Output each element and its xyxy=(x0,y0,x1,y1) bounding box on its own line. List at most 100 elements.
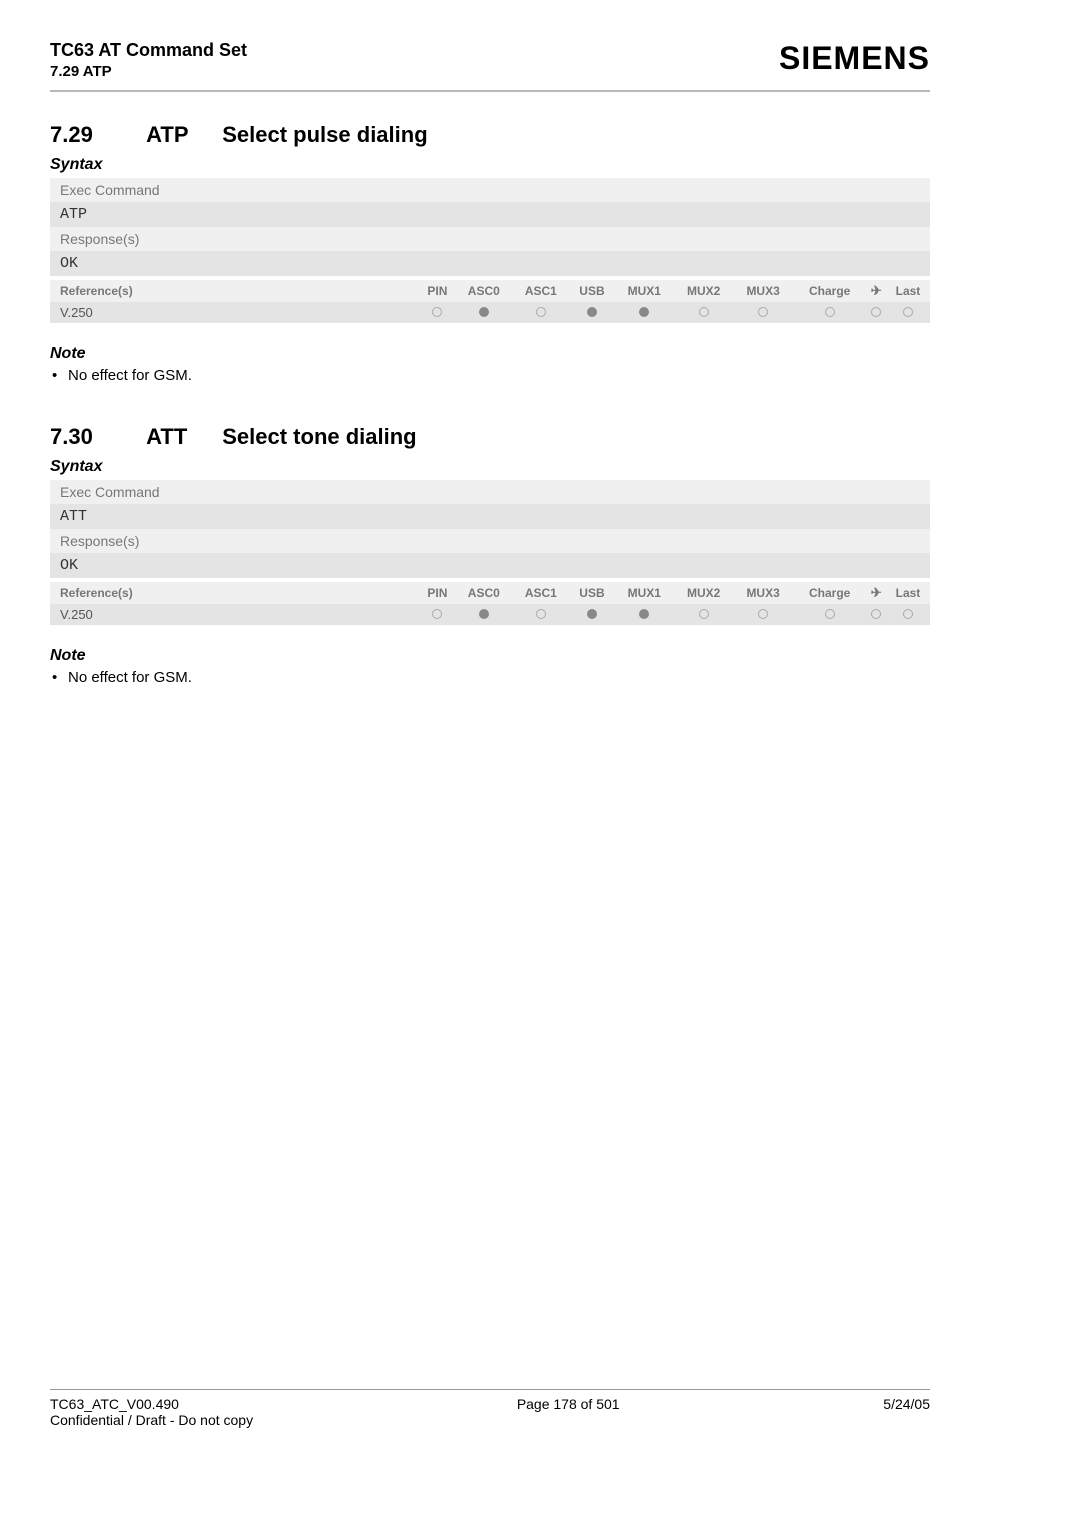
col-last: Last xyxy=(886,280,930,302)
section-number: 7.29 xyxy=(50,122,140,148)
dot-asc1 xyxy=(512,604,569,625)
dot-charge xyxy=(793,302,867,323)
section-command: ATP xyxy=(146,122,216,148)
response-value: OK xyxy=(50,251,930,276)
dot-mux1 xyxy=(615,302,674,323)
dot-last xyxy=(886,604,930,625)
footer-version: TC63_ATC_V00.490 xyxy=(50,1396,253,1412)
header-left: TC63 AT Command Set 7.29 ATP xyxy=(50,40,247,80)
col-last: Last xyxy=(886,582,930,604)
col-mux2: MUX2 xyxy=(674,280,733,302)
footer-left: TC63_ATC_V00.490 Confidential / Draft - … xyxy=(50,1396,253,1428)
dot-charge xyxy=(793,604,867,625)
open-circle-icon xyxy=(758,307,768,317)
syntax-label: Syntax xyxy=(50,156,930,174)
section-7-30: 7.30 ATT Select tone dialing Syntax Exec… xyxy=(50,424,930,686)
page-header: TC63 AT Command Set 7.29 ATP SIEMENS xyxy=(50,40,930,92)
col-airplane: ✈ xyxy=(867,582,886,604)
section-title: Select pulse dialing xyxy=(222,122,427,147)
doc-section: 7.29 ATP xyxy=(50,63,247,80)
response-label: Response(s) xyxy=(50,227,930,251)
dot-mux2 xyxy=(674,302,733,323)
dot-usb xyxy=(569,604,614,625)
dot-plane xyxy=(867,302,886,323)
footer-confidential: Confidential / Draft - Do not copy xyxy=(50,1412,253,1428)
section-title: Select tone dialing xyxy=(222,424,416,449)
filled-circle-icon xyxy=(639,307,649,317)
table-row: V.250 xyxy=(50,604,930,625)
dot-mux3 xyxy=(733,302,792,323)
section-number: 7.30 xyxy=(50,424,140,450)
footer-date: 5/24/05 xyxy=(883,1396,930,1428)
dot-last xyxy=(886,302,930,323)
open-circle-icon xyxy=(825,307,835,317)
open-circle-icon xyxy=(536,609,546,619)
col-mux3: MUX3 xyxy=(733,582,792,604)
footer-page: Page 178 of 501 xyxy=(253,1396,883,1428)
note-text: No effect for GSM. xyxy=(50,669,930,686)
open-circle-icon xyxy=(871,307,881,317)
dot-plane xyxy=(867,604,886,625)
col-pin: PIN xyxy=(420,582,456,604)
response-label: Response(s) xyxy=(50,529,930,553)
filled-circle-icon xyxy=(587,307,597,317)
open-circle-icon xyxy=(699,609,709,619)
col-usb: USB xyxy=(569,582,614,604)
open-circle-icon xyxy=(903,609,913,619)
dot-asc0 xyxy=(455,604,512,625)
table-row: V.250 xyxy=(50,302,930,323)
filled-circle-icon xyxy=(479,307,489,317)
col-asc1: ASC1 xyxy=(512,280,569,302)
syntax-label: Syntax xyxy=(50,458,930,476)
dot-asc0 xyxy=(455,302,512,323)
note-text: No effect for GSM. xyxy=(50,367,930,384)
filled-circle-icon xyxy=(479,609,489,619)
col-asc1: ASC1 xyxy=(512,582,569,604)
note-label: Note xyxy=(50,647,930,665)
exec-command-value: ATT xyxy=(50,504,930,529)
col-mux1: MUX1 xyxy=(615,582,674,604)
col-charge: Charge xyxy=(793,582,867,604)
section-heading: 7.30 ATT Select tone dialing xyxy=(50,424,930,450)
dot-asc1 xyxy=(512,302,569,323)
dot-pin xyxy=(420,604,456,625)
reference-value: V.250 xyxy=(50,604,420,625)
table-row: Reference(s) PIN ASC0 ASC1 USB MUX1 MUX2… xyxy=(50,280,930,302)
col-pin: PIN xyxy=(420,280,456,302)
response-value: OK xyxy=(50,553,930,578)
col-charge: Charge xyxy=(793,280,867,302)
open-circle-icon xyxy=(758,609,768,619)
doc-title: TC63 AT Command Set xyxy=(50,40,247,61)
filled-circle-icon xyxy=(587,609,597,619)
col-usb: USB xyxy=(569,280,614,302)
reference-table: Reference(s) PIN ASC0 ASC1 USB MUX1 MUX2… xyxy=(50,280,930,323)
col-mux1: MUX1 xyxy=(615,280,674,302)
exec-command-value: ATP xyxy=(50,202,930,227)
exec-command-label: Exec Command xyxy=(50,178,930,202)
dot-mux1 xyxy=(615,604,674,625)
brand-logo: SIEMENS xyxy=(779,40,930,77)
reference-label: Reference(s) xyxy=(50,582,420,604)
open-circle-icon xyxy=(432,609,442,619)
dot-usb xyxy=(569,302,614,323)
section-heading: 7.29 ATP Select pulse dialing xyxy=(50,122,930,148)
reference-label: Reference(s) xyxy=(50,280,420,302)
col-mux3: MUX3 xyxy=(733,280,792,302)
col-asc0: ASC0 xyxy=(455,582,512,604)
dot-mux2 xyxy=(674,604,733,625)
open-circle-icon xyxy=(432,307,442,317)
open-circle-icon xyxy=(536,307,546,317)
open-circle-icon xyxy=(825,609,835,619)
open-circle-icon xyxy=(699,307,709,317)
section-7-29: 7.29 ATP Select pulse dialing Syntax Exe… xyxy=(50,122,930,384)
note-label: Note xyxy=(50,345,930,363)
table-row: Reference(s) PIN ASC0 ASC1 USB MUX1 MUX2… xyxy=(50,582,930,604)
filled-circle-icon xyxy=(639,609,649,619)
exec-command-label: Exec Command xyxy=(50,480,930,504)
page-footer: TC63_ATC_V00.490 Confidential / Draft - … xyxy=(50,1389,930,1428)
dot-pin xyxy=(420,302,456,323)
reference-value: V.250 xyxy=(50,302,420,323)
col-asc0: ASC0 xyxy=(455,280,512,302)
col-airplane: ✈ xyxy=(867,280,886,302)
dot-mux3 xyxy=(733,604,792,625)
